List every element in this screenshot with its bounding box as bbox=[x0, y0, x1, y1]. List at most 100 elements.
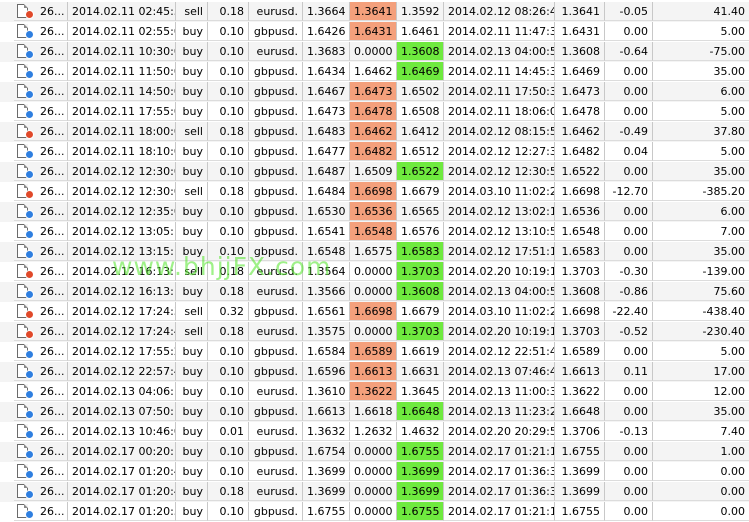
close-price-cell: 1.3622 bbox=[555, 382, 605, 401]
table-row[interactable]: 26...2014.02.11 17:55:05buy0.10gbpusd.1.… bbox=[0, 102, 749, 122]
table-row[interactable]: 26...2014.02.11 11:50:02buy0.10gbpusd.1.… bbox=[0, 62, 749, 82]
table-row[interactable]: 26...2014.02.17 01:20:41buy0.10eurusd.1.… bbox=[0, 462, 749, 482]
ticket-cell: 26... bbox=[14, 322, 68, 341]
close-time-cell: 2014.02.20 20:29:52 bbox=[444, 422, 555, 441]
table-row[interactable]: 26...2014.02.11 02:45:52sell0.18eurusd.1… bbox=[0, 2, 749, 22]
ticket-cell: 26... bbox=[14, 142, 68, 161]
take-profit-cell: 1.6508 bbox=[397, 102, 444, 121]
ticket-cell: 26... bbox=[14, 242, 68, 261]
ticket-cell: 26... bbox=[14, 82, 68, 101]
close-price-cell: 1.3608 bbox=[555, 42, 605, 61]
table-row[interactable]: 26...2014.02.13 04:06:18buy0.10eurusd.1.… bbox=[0, 382, 749, 402]
table-row[interactable]: 26...2014.02.11 10:30:03buy0.10eurusd.1.… bbox=[0, 42, 749, 62]
take-profit-cell: 1.3608 bbox=[397, 282, 444, 301]
table-row[interactable]: 26...2014.02.12 13:15:11buy0.10gbpusd.1.… bbox=[0, 242, 749, 262]
profit-cell: 0.00 bbox=[653, 502, 749, 521]
close-time-cell: 2014.02.17 01:21:11 bbox=[444, 502, 555, 521]
take-profit-cell: 1.3699 bbox=[397, 482, 444, 501]
open-time-cell: 2014.02.11 02:55:05 bbox=[68, 22, 176, 41]
profit-cell: 5.00 bbox=[653, 22, 749, 41]
table-row[interactable]: 26...2014.02.12 17:55:25buy0.10gbpusd.1.… bbox=[0, 342, 749, 362]
table-row[interactable]: 26...2014.02.17 01:20:59buy0.10gbpusd.1.… bbox=[0, 502, 749, 522]
symbol-cell: gbpusd. bbox=[249, 182, 303, 201]
swap-cell: -0.30 bbox=[605, 262, 653, 281]
table-row[interactable]: 26...2014.02.12 16:13:15sell0.18eurusd.1… bbox=[0, 262, 749, 282]
table-row[interactable]: 26...2014.02.12 12:30:04buy0.10gbpusd.1.… bbox=[0, 162, 749, 182]
table-row[interactable]: 26...2014.02.12 17:24:34sell0.32gbpusd.1… bbox=[0, 302, 749, 322]
ticket-cell: 26... bbox=[14, 402, 68, 421]
size-cell: 0.18 bbox=[208, 2, 249, 21]
table-row[interactable]: 26...2014.02.12 12:30:06sell0.18gbpusd.1… bbox=[0, 182, 749, 202]
swap-cell: 0.00 bbox=[605, 82, 653, 101]
open-time-cell: 2014.02.12 22:57:49 bbox=[68, 362, 176, 381]
profit-cell: 6.00 bbox=[653, 202, 749, 221]
profit-cell: 75.60 bbox=[653, 282, 749, 301]
stop-loss-cell: 1.6698 bbox=[350, 182, 397, 201]
table-row[interactable]: 26...2014.02.12 17:24:40sell0.18eurusd.1… bbox=[0, 322, 749, 342]
size-cell: 0.18 bbox=[208, 282, 249, 301]
open-price-cell: 1.3699 bbox=[303, 482, 350, 501]
table-row[interactable]: 26...2014.02.11 14:50:08buy0.10gbpusd.1.… bbox=[0, 82, 749, 102]
table-row[interactable]: 26...2014.02.11 18:10:09buy0.10gbpusd.1.… bbox=[0, 142, 749, 162]
table-row[interactable]: 26...2014.02.13 07:50:18buy0.10gbpusd.1.… bbox=[0, 402, 749, 422]
close-time-cell: 2014.02.12 22:51:40 bbox=[444, 342, 555, 361]
type-cell: buy bbox=[176, 342, 208, 361]
table-row[interactable]: 26...2014.02.12 12:35:03buy0.10gbpusd.1.… bbox=[0, 202, 749, 222]
type-cell: buy bbox=[176, 482, 208, 501]
type-cell: sell bbox=[176, 122, 208, 141]
swap-cell: 0.00 bbox=[605, 402, 653, 421]
close-time-cell: 2014.02.13 11:23:22 bbox=[444, 402, 555, 421]
close-time-cell: 2014.02.17 01:36:32 bbox=[444, 462, 555, 481]
table-row[interactable]: 26...2014.02.13 10:46:06buy0.01eurusd.1.… bbox=[0, 422, 749, 442]
open-time-cell: 2014.02.17 00:20:17 bbox=[68, 442, 176, 461]
table-row[interactable]: 26...2014.02.11 02:55:05buy0.10gbpusd.1.… bbox=[0, 22, 749, 42]
type-cell: buy bbox=[176, 202, 208, 221]
stop-loss-cell: 1.6462 bbox=[350, 122, 397, 141]
table-row[interactable]: 26...2014.02.12 16:13:16buy0.18eurusd.1.… bbox=[0, 282, 749, 302]
profit-cell: 37.80 bbox=[653, 122, 749, 141]
close-price-cell: 1.3699 bbox=[555, 462, 605, 481]
open-time-cell: 2014.02.12 13:05:13 bbox=[68, 222, 176, 241]
size-cell: 0.10 bbox=[208, 362, 249, 381]
close-time-cell: 2014.02.13 04:00:54 bbox=[444, 42, 555, 61]
profit-cell: -230.40 bbox=[653, 322, 749, 341]
table-row[interactable]: 26...2014.02.11 18:00:05sell0.18gbpusd.1… bbox=[0, 122, 749, 142]
type-cell: sell bbox=[176, 182, 208, 201]
profit-cell: -75.00 bbox=[653, 42, 749, 61]
profit-cell: 41.40 bbox=[653, 2, 749, 21]
type-cell: buy bbox=[176, 22, 208, 41]
table-row[interactable]: 26...2014.02.12 22:57:49buy0.10gbpusd.1.… bbox=[0, 362, 749, 382]
close-time-cell: 2014.02.17 01:36:32 bbox=[444, 482, 555, 501]
ticket-cell: 26... bbox=[14, 282, 68, 301]
open-time-cell: 2014.02.17 01:20:43 bbox=[68, 482, 176, 501]
stop-loss-cell: 1.6473 bbox=[350, 82, 397, 101]
profit-cell: 0.00 bbox=[653, 482, 749, 501]
profit-cell: 5.00 bbox=[653, 342, 749, 361]
stop-loss-cell: 1.3641 bbox=[350, 2, 397, 21]
open-time-cell: 2014.02.11 02:45:52 bbox=[68, 2, 176, 21]
open-time-cell: 2014.02.12 13:15:11 bbox=[68, 242, 176, 261]
type-cell: buy bbox=[176, 402, 208, 421]
profit-cell: 12.00 bbox=[653, 382, 749, 401]
table-row[interactable]: 26...2014.02.17 00:20:17buy0.10gbpusd.1.… bbox=[0, 442, 749, 462]
close-price-cell: 1.3703 bbox=[555, 262, 605, 281]
swap-cell: 0.04 bbox=[605, 142, 653, 161]
swap-cell: -12.70 bbox=[605, 182, 653, 201]
swap-cell: 0.00 bbox=[605, 242, 653, 261]
symbol-cell: gbpusd. bbox=[249, 142, 303, 161]
open-price-cell: 1.6561 bbox=[303, 302, 350, 321]
profit-cell: 5.00 bbox=[653, 142, 749, 161]
symbol-cell: eurusd. bbox=[249, 422, 303, 441]
symbol-cell: gbpusd. bbox=[249, 302, 303, 321]
ticket-cell: 26... bbox=[14, 2, 68, 21]
stop-loss-cell: 1.6431 bbox=[350, 22, 397, 41]
close-time-cell: 2014.02.13 11:00:32 bbox=[444, 382, 555, 401]
type-cell: sell bbox=[176, 322, 208, 341]
profit-cell: -438.40 bbox=[653, 302, 749, 321]
close-time-cell: 2014.02.17 01:21:11 bbox=[444, 442, 555, 461]
open-time-cell: 2014.02.11 17:55:05 bbox=[68, 102, 176, 121]
table-row[interactable]: 26...2014.02.17 01:20:43buy0.18eurusd.1.… bbox=[0, 482, 749, 502]
table-row[interactable]: 26...2014.02.12 13:05:13buy0.10gbpusd.1.… bbox=[0, 222, 749, 242]
size-cell: 0.32 bbox=[208, 302, 249, 321]
close-price-cell: 1.3703 bbox=[555, 322, 605, 341]
